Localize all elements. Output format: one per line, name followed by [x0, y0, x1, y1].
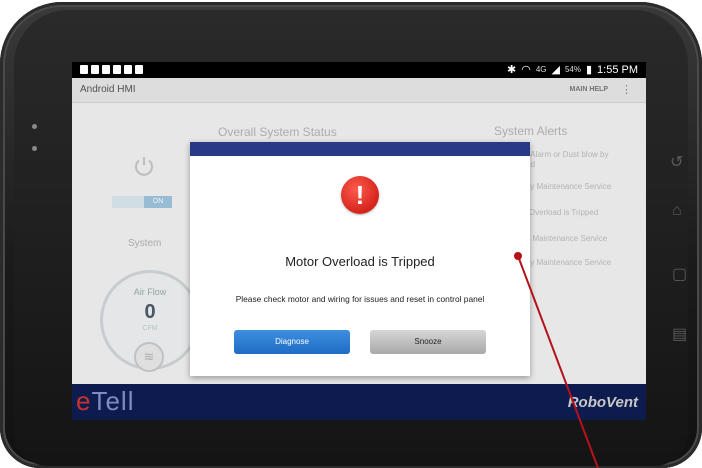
notification-icon	[102, 65, 110, 74]
footer-bar: eTell RoboVent	[72, 384, 646, 420]
tablet-screen: ✱ ◠ 4G ◢ 54% ▮ 1:55 PM Android HMI MAIN …	[72, 62, 646, 420]
light-sensor	[32, 146, 37, 151]
robovent-logo: RoboVent	[567, 394, 638, 411]
alert-icon: !	[341, 176, 379, 214]
wifi-icon: ◠	[521, 64, 531, 76]
notification-icon	[80, 65, 88, 74]
dialog-header	[190, 142, 530, 156]
bluetooth-icon: ✱	[506, 64, 517, 76]
tablet-device: ↺ ⌂ ▢ ▤ ✱ ◠ 4G ◢ 54% ▮ 1:55 PM Android H…	[0, 2, 702, 468]
home-key-icon[interactable]: ⌂	[672, 202, 682, 220]
menu-key-icon[interactable]: ▤	[672, 324, 687, 344]
signal-icon: ◢	[551, 64, 560, 76]
notification-icon	[113, 65, 121, 74]
network-type: 4G	[535, 65, 547, 74]
diagnose-button[interactable]: Diagnose	[234, 330, 350, 354]
status-bar: ✱ ◠ 4G ◢ 54% ▮ 1:55 PM	[72, 62, 646, 78]
dialog-message: Please check motor and wiring for issues…	[235, 294, 485, 304]
clock: 1:55 PM	[597, 63, 638, 76]
notification-icons	[80, 65, 143, 74]
dialog-title: Motor Overload is Tripped	[285, 254, 435, 269]
back-key-icon[interactable]: ↺	[670, 152, 683, 172]
recent-key-icon[interactable]: ▢	[672, 264, 687, 284]
battery-icon: ▮	[585, 64, 593, 76]
notification-icon	[91, 65, 99, 74]
etell-logo: eTell	[76, 386, 135, 416]
alert-dialog: ! Motor Overload is Tripped Please check…	[190, 142, 530, 376]
snooze-button[interactable]: Snooze	[370, 330, 486, 354]
notification-icon	[124, 65, 132, 74]
notification-icon	[135, 65, 143, 74]
status-right: ✱ ◠ 4G ◢ 54% ▮ 1:55 PM	[506, 63, 638, 77]
battery-percent: 54%	[564, 65, 581, 74]
front-camera	[32, 124, 37, 129]
